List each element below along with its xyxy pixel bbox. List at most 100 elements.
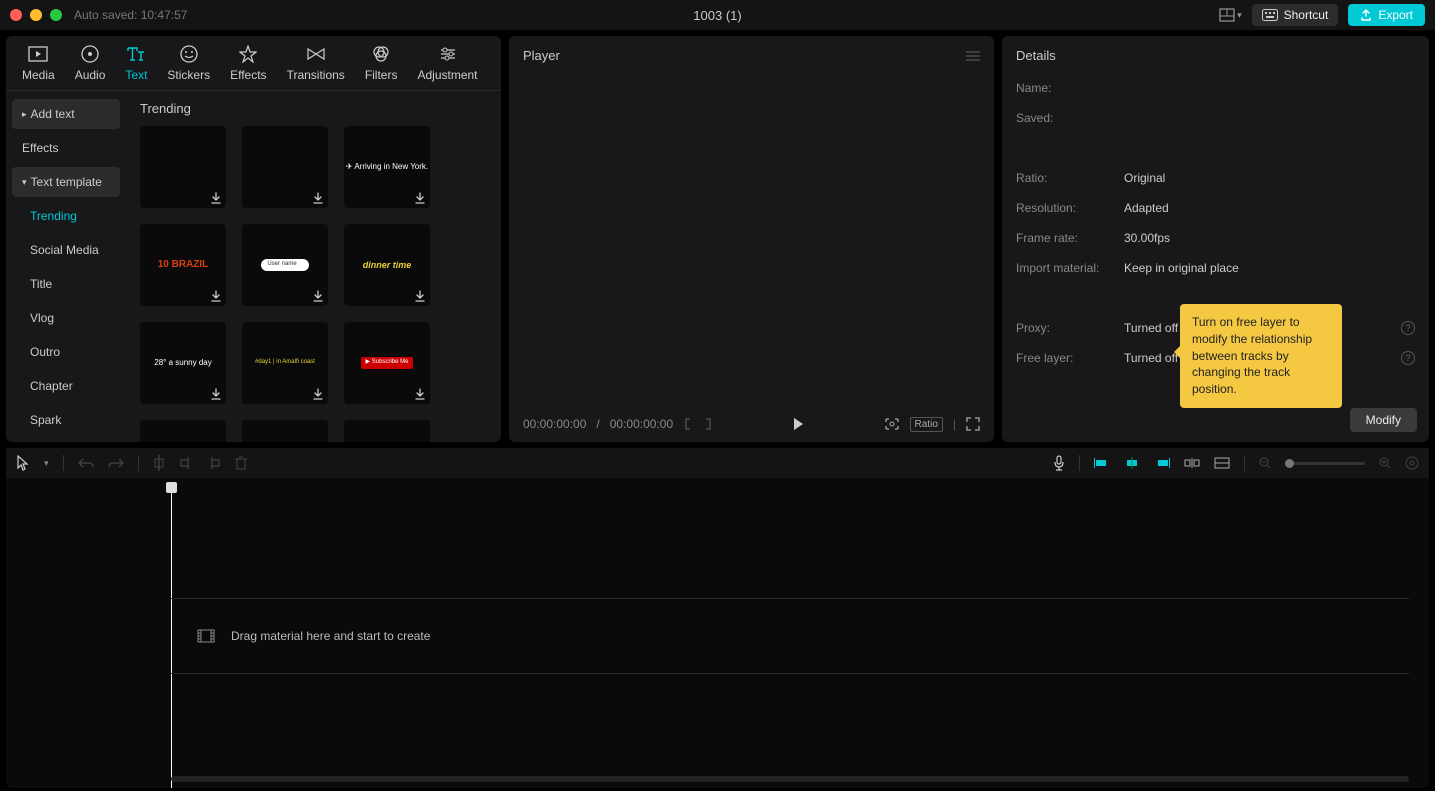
template-thumbnail[interactable]: 10 BRAZIL (140, 224, 226, 306)
sidebar-item-chapter[interactable]: Chapter (12, 371, 120, 401)
close-window-icon[interactable] (10, 9, 22, 21)
maximize-window-icon[interactable] (50, 9, 62, 21)
zoom-slider[interactable] (1285, 462, 1365, 465)
detail-label: Frame rate: (1016, 231, 1124, 245)
download-icon[interactable] (414, 192, 426, 204)
sidebar-item-label: Vlog (30, 311, 54, 325)
preview-toggle[interactable] (1184, 457, 1200, 469)
sidebar-item-title[interactable]: Title (12, 269, 120, 299)
tab-effects[interactable]: Effects (220, 44, 276, 90)
minimize-window-icon[interactable] (30, 9, 42, 21)
timeline[interactable]: Drag material here and start to create (6, 478, 1429, 788)
templates-header: Trending (140, 101, 487, 116)
shortcut-button[interactable]: Shortcut (1252, 4, 1339, 26)
download-icon[interactable] (210, 388, 222, 400)
download-icon[interactable] (312, 290, 324, 302)
zoom-fit-icon[interactable] (1405, 456, 1419, 470)
detail-value: Original (1124, 171, 1165, 185)
help-icon[interactable]: ? (1401, 321, 1415, 335)
sidebar-item-trending[interactable]: Trending (12, 201, 120, 231)
snap-right-button[interactable] (1154, 457, 1170, 469)
stickers-icon (179, 44, 199, 64)
snap-left-button[interactable] (1094, 457, 1110, 469)
delete-right-button[interactable] (207, 456, 221, 470)
sidebar-item-label: Add text (31, 107, 75, 121)
player-menu-icon[interactable] (966, 50, 980, 62)
detail-value: Turned off (1124, 351, 1178, 365)
download-icon[interactable] (312, 388, 324, 400)
delete-button[interactable] (235, 456, 247, 470)
timeline-scrollbar[interactable] (171, 776, 1409, 782)
sidebar-item-label: Title (30, 277, 52, 291)
play-button[interactable] (791, 417, 805, 431)
template-thumbnail[interactable]: User name (242, 224, 328, 306)
fullscreen-icon[interactable] (966, 417, 980, 431)
undo-button[interactable] (78, 456, 94, 470)
snap-center-button[interactable] (1124, 457, 1140, 469)
tab-transitions[interactable]: Transitions (277, 44, 355, 90)
track-settings[interactable] (1214, 457, 1230, 469)
drop-zone[interactable]: Drag material here and start to create (171, 598, 1409, 674)
sidebar-item-social-media[interactable]: Social Media (12, 235, 120, 265)
free-layer-tooltip: Turn on free layer to modify the relatio… (1180, 304, 1342, 408)
help-icon[interactable]: ? (1401, 351, 1415, 365)
layout-switcher[interactable]: ▾ (1219, 8, 1242, 22)
template-thumbnail[interactable] (242, 126, 328, 208)
split-button[interactable] (153, 455, 165, 471)
template-thumbnail[interactable]: #day1 | in Amalfi coast (242, 322, 328, 404)
cursor-tool[interactable] (16, 455, 30, 471)
transitions-icon (306, 44, 326, 64)
download-icon[interactable] (210, 192, 222, 204)
frame-icon[interactable] (884, 417, 900, 431)
cursor-dropdown[interactable]: ▾ (44, 458, 49, 469)
mic-button[interactable] (1053, 455, 1065, 471)
template-thumbnail[interactable]: ▶ Subscribe Me (344, 322, 430, 404)
sidebar-item-effects[interactable]: Effects (12, 133, 120, 163)
tab-stickers[interactable]: Stickers (157, 44, 220, 90)
sidebar-item-outro[interactable]: Outro (12, 337, 120, 367)
zoom-in-icon[interactable] (1379, 457, 1391, 469)
delete-left-button[interactable] (179, 456, 193, 470)
template-thumbnail[interactable]: ✈ Arriving in New York. (344, 126, 430, 208)
sidebar-item-spark[interactable]: Spark (12, 405, 120, 435)
details-title: Details (1016, 48, 1056, 63)
modify-button[interactable]: Modify (1350, 408, 1417, 432)
sidebar-item-add-text[interactable]: ▸Add text (12, 99, 120, 129)
sidebar-item-vlog[interactable]: Vlog (12, 303, 120, 333)
download-icon[interactable] (210, 290, 222, 302)
bracket-right-icon[interactable] (703, 418, 713, 430)
template-thumbnail[interactable]: dinner time (344, 224, 430, 306)
template-preview-text: ▶ Subscribe Me (361, 357, 414, 368)
download-icon[interactable] (414, 290, 426, 302)
player-controls: 00:00:00:00 / 00:00:00:00 Ratio | (509, 406, 994, 442)
template-thumbnail[interactable] (140, 126, 226, 208)
player-viewport[interactable] (509, 75, 994, 406)
tab-text[interactable]: Text (115, 44, 157, 90)
ratio-button[interactable]: Ratio (910, 417, 943, 432)
export-button[interactable]: Export (1348, 4, 1425, 26)
tab-filters[interactable]: Filters (355, 44, 408, 90)
detail-row-framerate: Frame rate: 30.00fps (1016, 231, 1415, 245)
detail-row-name: Name: (1016, 81, 1415, 95)
download-icon[interactable] (312, 192, 324, 204)
template-thumbnail[interactable] (242, 420, 328, 442)
tab-transitions-label: Transitions (287, 68, 345, 82)
sidebar-item-text-template[interactable]: ▾Text template (12, 167, 120, 197)
bracket-left-icon[interactable] (683, 418, 693, 430)
sidebar-item-label: Chapter (30, 379, 73, 393)
redo-button[interactable] (108, 456, 124, 470)
player-time-total: 00:00:00:00 (610, 417, 673, 431)
zoom-out-icon[interactable] (1259, 457, 1271, 469)
template-thumbnail[interactable]: TIPS FOR TRAVELING (140, 420, 226, 442)
detail-label: Resolution: (1016, 201, 1124, 215)
assets-panel: Media Audio Text Stickers Effects Transi… (6, 36, 501, 442)
template-preview-text: dinner time (363, 260, 412, 271)
player-time-current: 00:00:00:00 (523, 417, 586, 431)
template-thumbnail[interactable]: Recipe (344, 420, 430, 442)
ratio-separator: | (953, 417, 956, 431)
template-thumbnail[interactable]: 28° a sunny day (140, 322, 226, 404)
download-icon[interactable] (414, 388, 426, 400)
tab-media[interactable]: Media (12, 44, 65, 90)
tab-adjustment[interactable]: Adjustment (407, 44, 487, 90)
tab-audio[interactable]: Audio (65, 44, 116, 90)
